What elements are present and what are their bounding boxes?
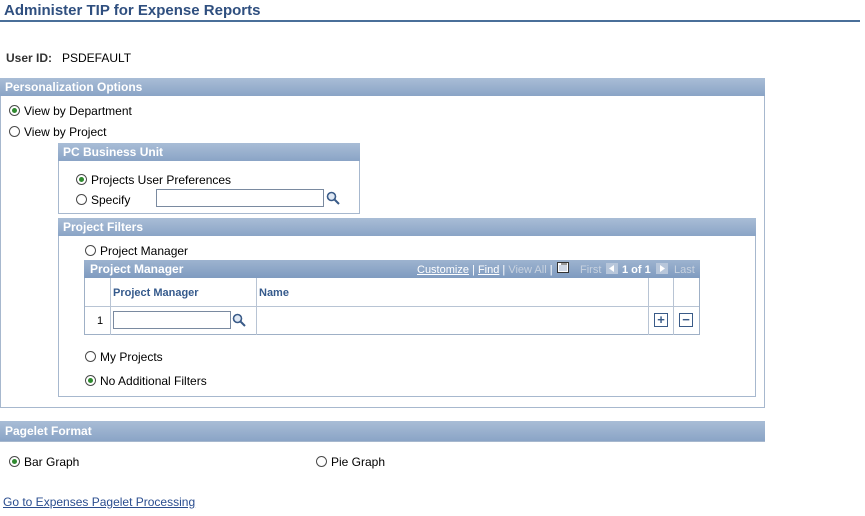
no-additional-filters-option[interactable]: No Additional Filters	[85, 374, 207, 388]
column-header-name[interactable]: Name	[259, 287, 289, 299]
first-link[interactable]: First	[580, 264, 601, 276]
pie-graph-label: Pie Graph	[331, 455, 386, 469]
view-by-project-option[interactable]: View by Project	[9, 125, 106, 139]
view-by-project-radio[interactable]	[9, 126, 20, 138]
pagelet-format-rule	[0, 441, 765, 442]
view-all-link[interactable]: View All	[508, 264, 546, 276]
specify-lookup-button[interactable]	[326, 191, 340, 208]
link-separator: |	[549, 264, 553, 276]
grid-divider	[673, 278, 674, 335]
project-manager-radio[interactable]	[85, 245, 96, 257]
specify-label: Specify	[91, 193, 131, 207]
my-projects-label: My Projects	[100, 350, 163, 364]
add-row-button[interactable]: +	[654, 313, 668, 327]
project-manager-input[interactable]	[113, 311, 231, 329]
magnifier-icon	[326, 191, 340, 205]
row-number: 1	[97, 315, 104, 327]
user-id-label: User ID:	[6, 51, 53, 65]
row-range: 1 of 1	[622, 264, 651, 276]
project-manager-grid-title: Project Manager	[90, 262, 184, 276]
pie-graph-option[interactable]: Pie Graph	[316, 455, 385, 469]
my-projects-radio[interactable]	[85, 351, 96, 363]
view-by-department-radio[interactable]	[9, 105, 20, 117]
expenses-pagelet-processing-link[interactable]: Go to Expenses Pagelet Processing	[3, 495, 195, 509]
page-title: Administer TIP for Expense Reports	[4, 2, 261, 19]
bar-graph-radio[interactable]	[9, 456, 20, 468]
bar-graph-label: Bar Graph	[24, 455, 80, 469]
delete-row-button[interactable]: −	[679, 313, 693, 327]
next-arrow-icon[interactable]	[656, 263, 668, 274]
my-projects-option[interactable]: My Projects	[85, 350, 163, 364]
last-link[interactable]: Last	[674, 264, 695, 276]
grid-navigation: Customize | Find | View All |	[417, 264, 553, 276]
customize-link[interactable]: Customize	[417, 264, 469, 276]
project-manager-option[interactable]: Project Manager	[85, 244, 188, 258]
specify-radio[interactable]	[76, 194, 87, 206]
magnifier-icon	[232, 313, 246, 327]
find-link[interactable]: Find	[478, 264, 499, 276]
projects-user-preferences-radio[interactable]	[76, 174, 87, 186]
pc-business-unit-header: PC Business Unit	[58, 143, 360, 161]
column-header-project-manager[interactable]: Project Manager	[113, 287, 199, 299]
grid-divider	[648, 278, 649, 335]
view-by-department-option[interactable]: View by Department	[9, 104, 132, 118]
project-manager-label: Project Manager	[100, 244, 189, 258]
grid-divider	[110, 278, 111, 335]
personalization-options-header: Personalization Options	[0, 78, 765, 96]
pagelet-format-header: Pagelet Format	[0, 421, 765, 441]
project-filters-header: Project Filters	[58, 218, 756, 236]
specify-option[interactable]: Specify	[76, 193, 130, 207]
user-id-value: PSDEFAULT	[62, 51, 132, 65]
view-by-project-label: View by Project	[24, 125, 107, 139]
projects-user-preferences-option[interactable]: Projects User Preferences	[76, 173, 231, 187]
specify-business-unit-input[interactable]	[156, 189, 324, 207]
no-additional-filters-label: No Additional Filters	[100, 374, 207, 388]
previous-arrow-icon[interactable]	[606, 263, 618, 274]
title-divider	[0, 20, 860, 22]
download-icon[interactable]	[557, 262, 569, 273]
project-manager-grid-header: Project Manager Customize | Find | View …	[84, 260, 700, 278]
grid-divider	[256, 278, 257, 335]
no-additional-filters-radio[interactable]	[85, 375, 96, 387]
bar-graph-option[interactable]: Bar Graph	[9, 455, 79, 469]
view-by-department-label: View by Department	[24, 104, 132, 118]
project-manager-lookup-button[interactable]	[232, 313, 246, 330]
pie-graph-radio[interactable]	[316, 456, 327, 468]
projects-user-preferences-label: Projects User Preferences	[91, 173, 232, 187]
